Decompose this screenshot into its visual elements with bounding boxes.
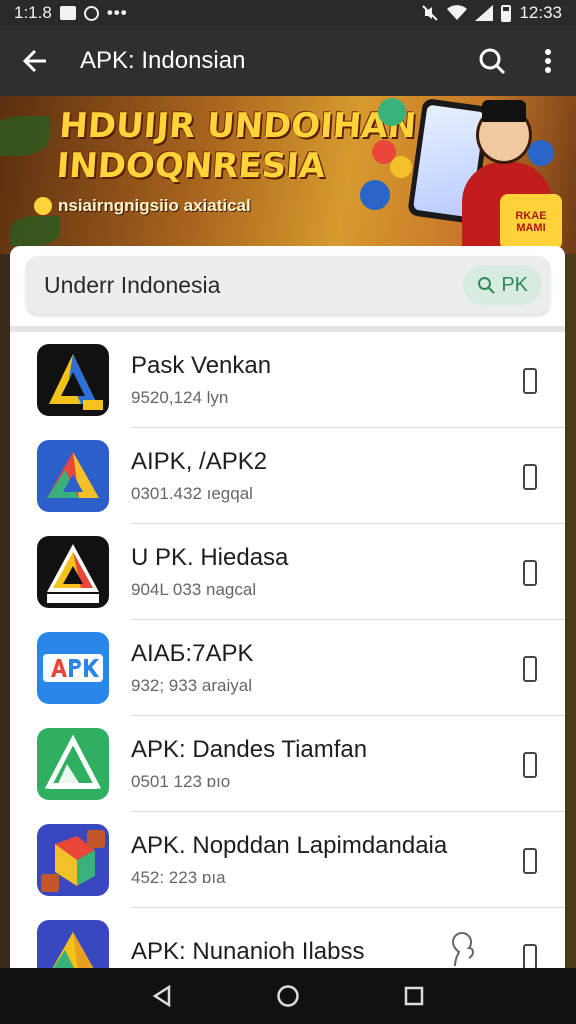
app-bar: APK: Indonsian: [0, 26, 576, 96]
banner-headline: HDUIJR UNDOIHAN INDOQNRESIA: [55, 106, 417, 186]
download-button[interactable]: [523, 944, 537, 968]
status-time-left: 1:1.8: [14, 3, 52, 22]
download-button[interactable]: [523, 560, 537, 586]
nav-back-icon[interactable]: [151, 984, 173, 1008]
overflow-menu-button[interactable]: [520, 26, 576, 96]
list-item[interactable]: APK: Nunanioh Ilabss: [10, 908, 565, 968]
download-button[interactable]: [523, 848, 537, 874]
apk-text-icon: [37, 632, 109, 704]
app-name: AIAБ:7APK: [131, 639, 254, 667]
search-input[interactable]: Underr Indonesia: [44, 272, 463, 299]
list-item[interactable]: U PK. Hiedasa 904L 033 nagcal: [10, 524, 565, 620]
list-item[interactable]: AIPK, /APK2 0301.432 ıegqal: [10, 428, 565, 524]
app-name: U PK. Hiedasa: [131, 543, 289, 571]
search-submit-label: PK: [501, 273, 528, 296]
download-button[interactable]: [523, 464, 537, 490]
list-item[interactable]: AIAБ:7APK 932; 933 araiyal: [10, 620, 565, 716]
more-vertical-icon: [545, 49, 551, 73]
cube-logo-icon: [37, 824, 109, 896]
app-bubble-icon: [528, 140, 554, 166]
app-name: Pask Venkan: [131, 351, 272, 379]
app-meta: 452: 223 ɒıa: [131, 867, 226, 887]
leaf-decoration: [10, 216, 60, 246]
search-icon: [478, 277, 496, 294]
app-name: APK: Nunanioh Ilabss: [131, 938, 365, 965]
app-bubble-icon: [390, 156, 412, 178]
message-icon: [59, 6, 76, 20]
signal-icon: [475, 5, 494, 21]
list-item[interactable]: Pask Venkan 9520,124 lyn: [10, 332, 565, 428]
app-meta: 904L 033 nagcal: [131, 579, 257, 599]
badge-icon: [34, 197, 52, 215]
search-button[interactable]: [464, 26, 520, 96]
app-name: AIPK, /APK2: [131, 447, 268, 475]
left-edge: [0, 254, 10, 968]
person-cap-illustration: [482, 100, 526, 122]
green-triangle-icon: [37, 728, 109, 800]
gold-triangle-icon: [37, 536, 109, 608]
app-meta: 932; 933 araiyal: [131, 675, 252, 695]
gesture-hint-icon: [451, 932, 475, 967]
app-name: APK. Nopddan Lapimdandaia: [131, 831, 448, 859]
download-button[interactable]: [523, 752, 537, 778]
list-item[interactable]: APK. Nopddan Lapimdandaia 452: 223 ɒıa: [10, 812, 565, 908]
banner-headline-line-2: INDOQNRESIA: [55, 146, 327, 186]
list-item[interactable]: APK: Dandes Tiamfan 0501 123 ɒıo: [10, 716, 565, 812]
app-meta: 0501 123 ɒıo: [131, 771, 231, 791]
mute-icon: [422, 5, 439, 21]
promo-badge: RKAE MAMI: [500, 194, 562, 250]
app-meta: 0301.432 ıegqal: [131, 483, 253, 503]
promo-banner[interactable]: HDUIJR UNDOIHAN INDOQNRESIA nsiairngnigs…: [0, 96, 576, 254]
colored-triangle-icon: [37, 440, 109, 512]
system-nav-bar: [0, 968, 576, 1024]
search-icon: [479, 48, 506, 75]
status-time: 12:33: [519, 3, 562, 22]
yellow-triangle-icon: [37, 920, 109, 968]
banner-subtitle: nsiairngnigsiio axiatical: [58, 196, 251, 215]
delta-triangle-icon: [37, 344, 109, 416]
nav-recents-icon[interactable]: [403, 985, 425, 1007]
app-name: APK: Dandes Tiamfan: [131, 735, 368, 763]
right-edge: [565, 254, 576, 968]
app-meta: 9520,124 lyn: [131, 387, 229, 407]
sync-icon: [83, 5, 99, 21]
app-list-card: Underr Indonesia PK Pask Venkan 9520,124 …: [10, 246, 565, 968]
leaf-decoration: [0, 116, 50, 156]
back-button[interactable]: [0, 26, 70, 96]
page-title: APK: Indonsian: [80, 47, 246, 74]
search-bar[interactable]: Underr Indonesia PK: [26, 256, 550, 314]
app-bubble-icon: [378, 98, 406, 126]
app-list: Pask Venkan 9520,124 lyn AIPK, /APK2 0301.…: [10, 332, 565, 968]
download-button[interactable]: [523, 656, 537, 682]
more-notifications-icon: •••: [106, 3, 128, 22]
banner-headline-line-1: HDUIJR UNDOIHAN: [58, 106, 418, 146]
arrow-left-icon: [22, 49, 46, 73]
nav-home-icon[interactable]: [276, 984, 300, 1008]
app-bubble-icon: [360, 180, 390, 210]
download-button[interactable]: [523, 368, 537, 394]
search-submit-button[interactable]: PK: [463, 265, 542, 305]
wifi-icon: [447, 5, 468, 20]
status-bar: 1:1.8 ••• 12:33: [0, 0, 576, 26]
battery-icon: [501, 4, 512, 22]
